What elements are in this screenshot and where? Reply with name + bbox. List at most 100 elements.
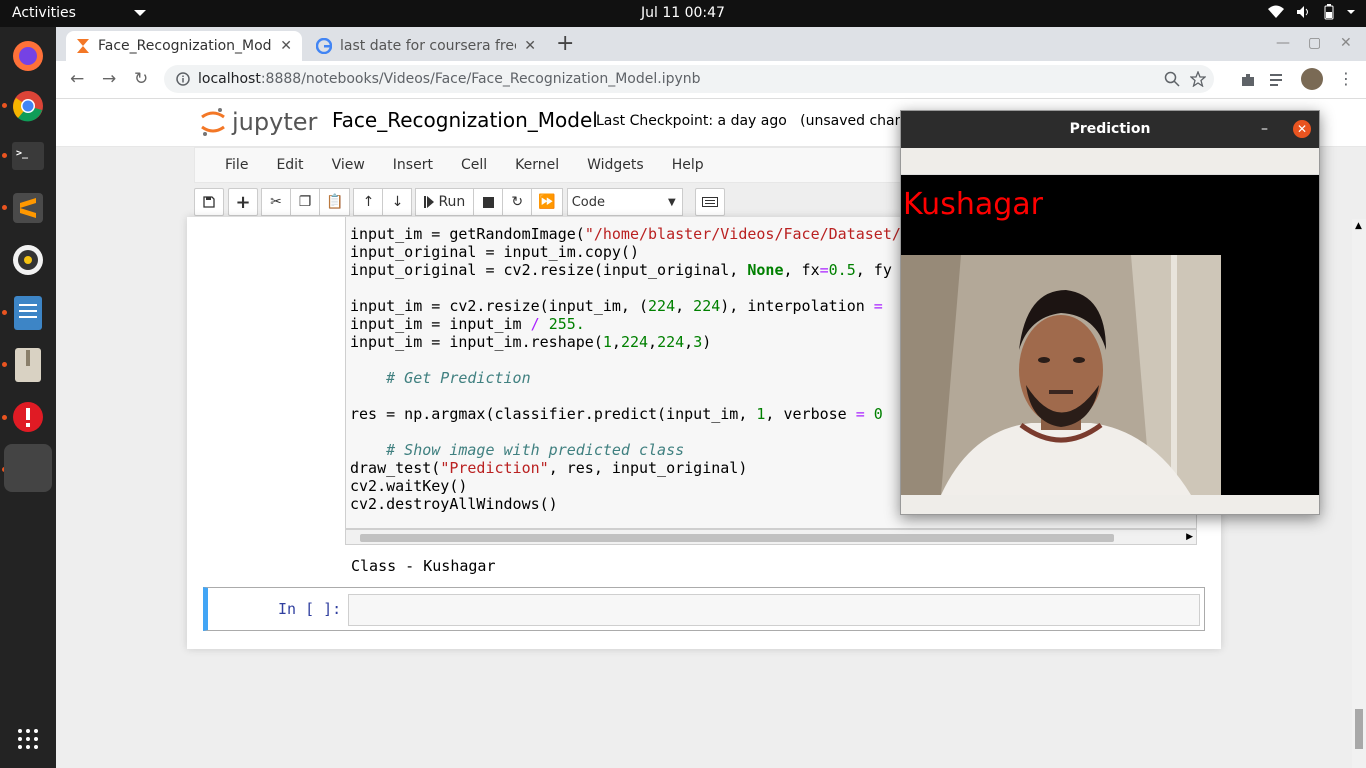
- empty-code-cell[interactable]: In [ ]:: [203, 587, 1205, 631]
- close-window-icon[interactable]: ✕: [1340, 35, 1352, 51]
- fast-forward-icon: ⏩: [538, 194, 556, 210]
- checkpoint-text: Last Checkpoint: a day ago: [596, 113, 787, 129]
- running-indicator: [2, 310, 7, 315]
- chrome-icon[interactable]: [8, 86, 48, 126]
- scroll-right-icon[interactable]: ▶: [1186, 530, 1193, 544]
- wifi-icon: [1268, 5, 1284, 18]
- menu-edit[interactable]: Edit: [262, 157, 317, 173]
- menu-view[interactable]: View: [318, 157, 379, 173]
- scroll-up-icon[interactable]: ▲: [1355, 221, 1362, 231]
- restart-run-all-button[interactable]: ⏩: [531, 188, 563, 216]
- menu-file[interactable]: File: [211, 157, 262, 173]
- software-updater-icon[interactable]: [8, 397, 48, 437]
- power-menu-arrow-icon: [1347, 10, 1355, 14]
- forward-arrow-icon[interactable]: →: [102, 69, 116, 89]
- running-indicator: [2, 153, 7, 158]
- running-indicator: [2, 362, 7, 367]
- command-palette-button[interactable]: [694, 188, 725, 216]
- horizontal-scrollbar[interactable]: ▶: [345, 529, 1197, 545]
- stop-icon: [482, 196, 494, 208]
- terminal-icon[interactable]: >_: [8, 136, 48, 176]
- sublime-text-icon[interactable]: [8, 188, 48, 228]
- input-prompt: In [ ]:: [278, 600, 342, 618]
- rhythmbox-icon[interactable]: [8, 240, 48, 280]
- interrupt-button[interactable]: [473, 188, 504, 216]
- tab-google-search[interactable]: last date for coursera free ✕: [306, 31, 546, 61]
- tab-label: Face_Recognization_Mod: [98, 38, 272, 54]
- menu-widgets[interactable]: Widgets: [573, 157, 658, 173]
- scissors-icon: ✂: [270, 194, 282, 210]
- menu-insert[interactable]: Insert: [379, 157, 447, 173]
- menu-kernel[interactable]: Kernel: [501, 157, 573, 173]
- close-icon[interactable]: ✕: [280, 38, 292, 54]
- code-line: # Get Prediction: [386, 369, 531, 387]
- copy-button[interactable]: ❐: [290, 188, 320, 216]
- notebook-toolbar: + ✂ ❐ 📋 ↑ ↓ Run ↻ ⏩ Code ▼: [194, 187, 725, 217]
- arrow-up-icon: ↑: [362, 194, 375, 210]
- kebab-menu-icon[interactable]: ⋮: [1338, 69, 1354, 88]
- back-arrow-icon[interactable]: ←: [70, 69, 84, 89]
- prediction-toolbar: [901, 148, 1319, 175]
- cell-input-field[interactable]: [348, 594, 1200, 626]
- media-queue-icon[interactable]: [1270, 73, 1288, 87]
- move-down-button[interactable]: ↓: [382, 188, 413, 216]
- system-topbar: Activities Jul 11 00:47: [0, 0, 1366, 27]
- scrollbar-thumb[interactable]: [360, 534, 1114, 542]
- prediction-window-title[interactable]: Prediction: [901, 111, 1319, 148]
- jupyter-logo-text: jupyter: [232, 108, 318, 136]
- cut-button[interactable]: ✂: [261, 188, 291, 216]
- jupyter-logo[interactable]: jupyter: [200, 107, 317, 137]
- minimize-icon[interactable]: –: [1261, 111, 1268, 148]
- avatar[interactable]: [1301, 68, 1323, 90]
- dock: >_: [0, 27, 56, 768]
- battery-icon: [1324, 4, 1334, 20]
- notebook-title[interactable]: Face_Recognization_Model: [332, 108, 598, 132]
- code-line: input_im = input_im.reshape(1,224,224,3): [350, 333, 712, 351]
- menu-help[interactable]: Help: [658, 157, 718, 173]
- close-icon[interactable]: ✕: [524, 38, 536, 54]
- clock[interactable]: Jul 11 00:47: [0, 5, 1366, 21]
- arrow-down-icon: ↓: [391, 194, 404, 210]
- extensions-icon[interactable]: [1240, 72, 1256, 88]
- cell-type-value: Code: [571, 194, 606, 210]
- copy-icon: ❐: [298, 194, 312, 210]
- move-up-button[interactable]: ↑: [353, 188, 384, 216]
- predicted-class-label: Kushagar: [903, 187, 1043, 222]
- code-line: input_im = getRandomImage("/home/blaster…: [350, 225, 901, 243]
- running-indicator: [2, 205, 7, 210]
- tab-notebook[interactable]: Face_Recognization_Mod ✕: [66, 31, 302, 61]
- code-line: draw_test("Prediction", res, input_origi…: [350, 459, 748, 477]
- save-button[interactable]: [194, 188, 224, 216]
- checkpoint-status: Last Checkpoint: a day ago (unsaved chan…: [596, 113, 934, 129]
- vertical-scrollbar[interactable]: ▲: [1352, 219, 1366, 768]
- zoom-icon[interactable]: [1164, 71, 1180, 87]
- url-input[interactable]: localhost:8888/notebooks/Videos/Face/Fac…: [164, 65, 1214, 93]
- scrollbar-thumb[interactable]: [1355, 709, 1363, 749]
- new-tab-button[interactable]: +: [556, 31, 574, 56]
- running-indicator: [2, 415, 7, 420]
- restart-button[interactable]: ↻: [502, 188, 533, 216]
- code-line: res = np.argmax(classifier.predict(input…: [350, 405, 883, 423]
- code-line: input_im = input_im / 255.: [350, 315, 585, 333]
- firefox-icon[interactable]: [8, 36, 48, 76]
- cell-output: Class - Kushagar: [351, 557, 496, 575]
- minimize-icon[interactable]: —: [1276, 35, 1290, 51]
- reload-icon[interactable]: ↻: [134, 69, 148, 89]
- step-forward-icon: [424, 196, 435, 208]
- run-button[interactable]: Run: [415, 188, 475, 216]
- system-tray[interactable]: [1268, 4, 1356, 20]
- paste-button[interactable]: 📋: [319, 188, 351, 216]
- show-applications-icon[interactable]: [8, 719, 48, 759]
- code-line: input_original = cv2.resize(input_origin…: [350, 261, 892, 279]
- active-window-tile[interactable]: [4, 444, 52, 492]
- text-editor-icon[interactable]: [8, 293, 48, 333]
- maximize-icon[interactable]: ▢: [1308, 35, 1321, 51]
- archive-manager-icon[interactable]: [8, 345, 48, 385]
- prediction-canvas: Kushagar: [901, 175, 1319, 495]
- insert-cell-button[interactable]: +: [228, 188, 258, 216]
- close-icon[interactable]: ✕: [1293, 120, 1311, 138]
- bookmark-star-icon[interactable]: [1190, 71, 1206, 87]
- menu-cell[interactable]: Cell: [447, 157, 501, 173]
- cell-type-select[interactable]: Code ▼: [566, 188, 683, 216]
- tab-strip: Face_Recognization_Mod ✕ last date for c…: [56, 27, 1366, 61]
